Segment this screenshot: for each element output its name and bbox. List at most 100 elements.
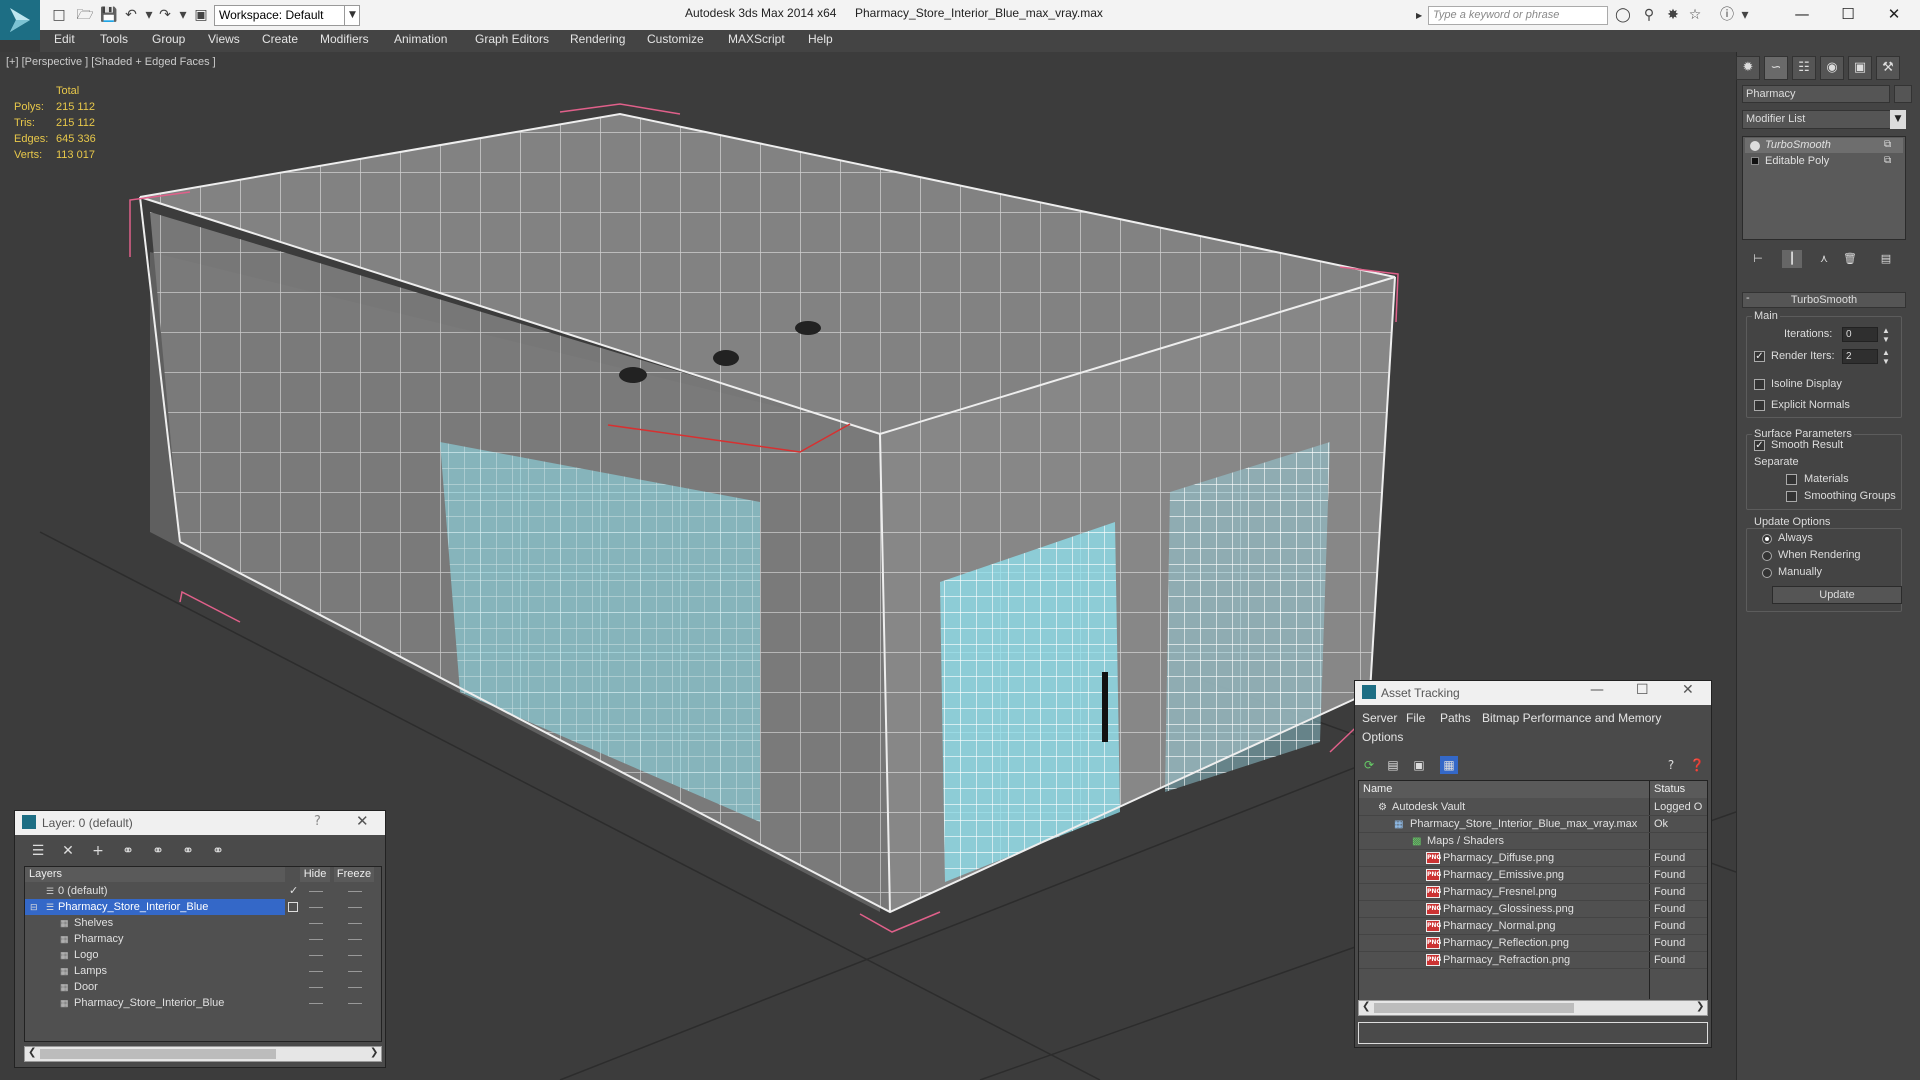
help-icon[interactable]: ? [314,814,321,829]
object-name[interactable]: Lamps [74,963,107,979]
add-to-layer-icon[interactable]: + [88,842,108,860]
menu-create[interactable]: Create [262,32,298,46]
freeze-toggle[interactable] [348,955,362,956]
scroll-left-icon[interactable]: ❮ [28,1047,36,1058]
freeze-toggle[interactable] [348,923,362,924]
menu-customize[interactable]: Customize [647,32,704,46]
communication-icon[interactable]: ✸ [1664,6,1682,24]
scroll-right-icon[interactable]: ❯ [1696,1001,1704,1012]
materials-checkbox[interactable] [1786,474,1797,485]
menu-rendering[interactable]: Rendering [570,32,625,46]
freeze-toggle[interactable] [348,971,362,972]
hide-toggle[interactable] [309,955,323,956]
chevron-down-icon[interactable]: ▼ [344,5,360,26]
maximize-icon[interactable]: ☐ [1828,2,1868,26]
object-name-field[interactable]: Pharmacy [1742,85,1890,103]
create-layer-icon[interactable]: ☰ [28,842,48,860]
list-view-icon[interactable]: ▤ [1384,756,1402,774]
search-input[interactable]: Type a keyword or phrase [1428,6,1608,25]
when-rendering-radio[interactable] [1762,551,1772,561]
modify-tab-icon[interactable]: ∽ [1764,56,1788,80]
object-color-swatch[interactable] [1894,85,1912,103]
scrollbar-thumb[interactable] [40,1049,276,1059]
menu-help[interactable]: Help [808,32,833,46]
hide-toggle[interactable] [309,891,323,892]
menu-maxscript[interactable]: MAXScript [728,32,785,46]
object-name[interactable]: Shelves [74,915,113,931]
iterations-spinner[interactable]: 0 [1842,327,1878,342]
asset-name[interactable]: Pharmacy_Fresnel.png [1443,884,1557,901]
subscription-icon[interactable]: ⚲ [1640,6,1658,24]
select-objects-icon[interactable]: ⚭ [118,842,138,860]
isoline-checkbox[interactable] [1754,379,1765,390]
asset-name[interactable]: Pharmacy_Diffuse.png [1443,850,1554,867]
context-help-icon[interactable]: ❓ [1688,756,1706,774]
active-layer-box[interactable] [288,902,298,912]
menu-group[interactable]: Group [152,32,185,46]
manually-radio[interactable] [1762,568,1772,578]
freeze-toggle[interactable] [348,907,362,908]
save-icon[interactable]: 💾 [100,6,118,24]
open-file-icon[interactable]: 🗁 [76,6,94,24]
freeze-all-icon[interactable]: ⚭ [208,842,228,860]
minimize-icon[interactable]: — [1782,2,1822,26]
hide-toggle[interactable] [309,939,323,940]
object-name[interactable]: Door [74,979,98,995]
pin-stack-icon[interactable]: ⊢ [1748,250,1768,268]
smooth-result-checkbox[interactable]: ✓ [1754,440,1765,451]
active-check-icon[interactable]: ✓ [289,883,298,899]
project-folder-icon[interactable]: ▣ [192,6,210,24]
asset-name[interactable]: Pharmacy_Refraction.png [1443,952,1570,969]
minimize-icon[interactable]: — [1590,682,1604,698]
lightbulb-icon[interactable] [1750,141,1760,151]
close-icon[interactable]: ✕ [1874,2,1914,26]
asset-menu-server[interactable]: Server [1362,711,1397,725]
always-radio[interactable] [1762,534,1772,544]
favorites-star-icon[interactable]: ☆ [1686,6,1704,24]
stack-item-turbosmooth[interactable]: TurboSmooth [1745,138,1903,153]
chevron-down-icon[interactable]: ▼ [1890,110,1906,129]
table-view-icon[interactable]: ▦ [1440,756,1458,774]
render-iters-spinner[interactable]: 2 [1842,349,1878,364]
freeze-toggle[interactable] [348,891,362,892]
object-name[interactable]: Logo [74,947,98,963]
layer-name[interactable]: Pharmacy_Store_Interior_Blue [58,899,208,915]
stack-item-editable-poly[interactable]: Editable Poly [1745,154,1903,169]
column-header-freeze[interactable]: Freeze [334,867,374,882]
asset-name[interactable]: Pharmacy_Store_Interior_Blue_max_vray.ma… [1410,816,1637,833]
asset-path-field[interactable] [1358,1022,1708,1044]
close-icon[interactable]: ✕ [356,812,369,830]
scrollbar-thumb[interactable] [1374,1003,1574,1013]
asset-name[interactable]: Pharmacy_Emissive.png [1443,867,1564,884]
create-tab-icon[interactable]: ✹ [1736,56,1760,80]
modifier-list-dropdown[interactable]: Modifier List [1742,110,1906,129]
menu-views[interactable]: Views [208,32,240,46]
menu-tools[interactable]: Tools [100,32,128,46]
asset-name[interactable]: Autodesk Vault [1392,799,1465,816]
hide-toggle[interactable] [309,987,323,988]
menu-animation[interactable]: Animation [394,32,447,46]
column-header-layers[interactable]: Layers [25,867,285,882]
remove-modifier-icon[interactable]: 🗑 [1840,250,1860,268]
workspace-dropdown[interactable]: Workspace: Default [214,5,360,26]
help-dropdown-icon[interactable]: ▾ [1736,6,1754,24]
asset-menu-file[interactable]: File [1406,711,1425,725]
asset-name[interactable]: Pharmacy_Normal.png [1443,918,1556,935]
asset-menu-options[interactable]: Options [1362,730,1403,744]
expand-icon[interactable] [1751,157,1759,165]
menu-modifiers[interactable]: Modifiers [320,32,369,46]
hide-all-icon[interactable]: ⚭ [178,842,198,860]
play-arrow-icon[interactable]: ▶ [1416,6,1428,25]
help-icon[interactable]: ⓘ [1718,6,1736,24]
collapse-icon[interactable]: - [1746,292,1750,304]
hide-toggle[interactable] [309,923,323,924]
app-logo-icon[interactable] [0,0,40,40]
column-header-status[interactable]: Status [1650,781,1707,798]
redo-icon[interactable]: ↷ [156,6,174,24]
motion-tab-icon[interactable]: ◉ [1820,56,1844,80]
column-header-name[interactable]: Name [1359,781,1649,798]
freeze-toggle[interactable] [348,987,362,988]
object-name[interactable]: Pharmacy_Store_Interior_Blue [74,995,224,1011]
layer-name[interactable]: 0 (default) [58,883,108,899]
undo-icon[interactable]: ↶ [122,6,140,24]
